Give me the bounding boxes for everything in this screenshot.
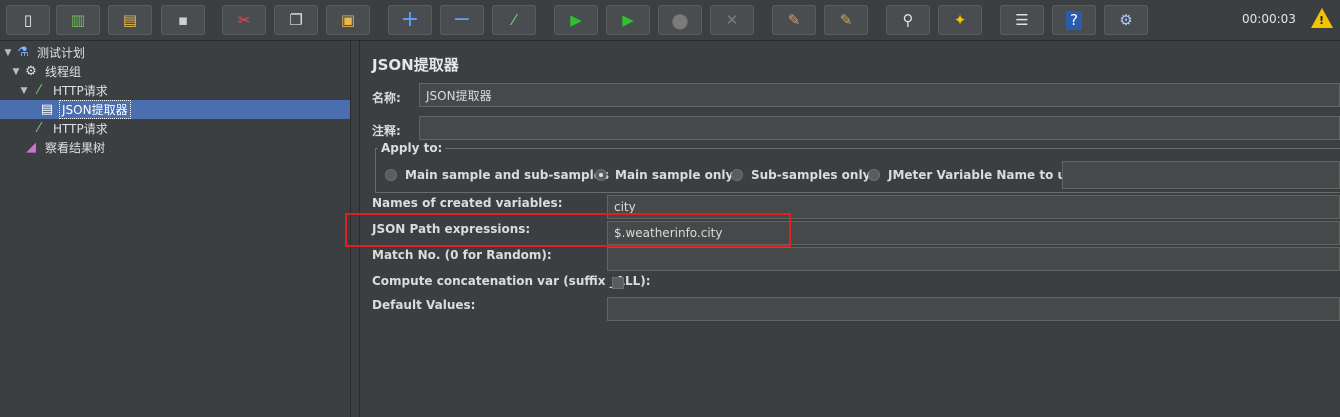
shutdown-button[interactable]: ✕ — [710, 5, 754, 35]
default-values-label: Default Values: — [372, 298, 476, 312]
names-field[interactable]: city — [607, 195, 1340, 219]
open-icon: ▤ — [122, 10, 138, 29]
panel-title: JSON提取器 — [372, 56, 459, 74]
tree-item-thread-group[interactable]: ▼ ⚙ 线程组 — [10, 62, 83, 81]
copy-button[interactable]: ❐ — [274, 5, 318, 35]
copy-icon: ❐ — [289, 10, 303, 29]
comment-label: 注释: — [372, 124, 401, 138]
search-icon: ⚲ — [902, 10, 914, 29]
tree-item-http-request[interactable]: ▼ ⁄ HTTP请求 — [18, 81, 110, 100]
tree-item-label: 察看结果树 — [45, 141, 106, 155]
concat-label: Compute concatenation var (suffix _ALL): — [372, 274, 651, 288]
cut-icon: ✂ — [237, 10, 251, 29]
apply-to-legend: Apply to: — [378, 141, 446, 155]
comment-field[interactable] — [419, 116, 1340, 140]
tree-item-label: HTTP请求 — [53, 84, 108, 98]
toolbar: ▯ ▥ ▤ ▪ ✂ ❐ ▣ + − ⁄ ▶ ▶ ● ✕ ✎ ✎ ⚲ ✦ ☰ ? … — [0, 0, 1340, 41]
start-button[interactable]: ▶ — [554, 5, 598, 35]
document-icon: ▤ — [40, 102, 54, 117]
elapsed-timer: 00:00:03 — [1242, 12, 1296, 26]
flask-icon: ⚗ — [17, 45, 29, 60]
help-button[interactable]: ? — [1052, 5, 1096, 35]
help-icon: ? — [1066, 10, 1082, 30]
search-button[interactable]: ⚲ — [886, 5, 930, 35]
warning-mark: ! — [1319, 14, 1325, 27]
remote-icon: ⚙ — [1119, 10, 1133, 29]
save-icon: ▪ — [177, 10, 189, 29]
tree-item-test-plan[interactable]: ▼ ⚗ 测试计划 — [2, 43, 87, 62]
start-no-pause-icon: ▶ — [622, 10, 634, 29]
radio-sub-only[interactable] — [731, 169, 743, 181]
radio-main-and-sub[interactable] — [385, 169, 397, 181]
default-values-field[interactable] — [607, 297, 1340, 321]
tree-item-label: 线程组 — [45, 65, 82, 79]
json-path-field[interactable]: $.weatherinfo.city — [607, 221, 1340, 245]
tree-item-http-request-2[interactable]: ⁄ HTTP请求 — [18, 119, 110, 138]
expand-button[interactable]: + — [388, 5, 432, 35]
toggle-button[interactable]: ⁄ — [492, 5, 536, 35]
split-pane-divider[interactable] — [350, 41, 360, 417]
shutdown-icon: ✕ — [725, 10, 739, 29]
gear-icon: ⚙ — [25, 64, 37, 79]
start-icon: ▶ — [570, 10, 582, 29]
radio-sub-only-label[interactable]: Sub-samples only — [751, 168, 870, 182]
clear-button[interactable]: ✎ — [772, 5, 816, 35]
remote-button[interactable]: ⚙ — [1104, 5, 1148, 35]
collapse-button[interactable]: − — [440, 5, 484, 35]
expand-icon: + — [400, 7, 420, 32]
cut-button[interactable]: ✂ — [222, 5, 266, 35]
match-no-field[interactable] — [607, 247, 1340, 271]
collapse-icon: − — [452, 7, 472, 32]
concat-checkbox[interactable] — [612, 277, 624, 289]
reset-search-icon: ✦ — [953, 10, 967, 29]
tree-item-label: JSON提取器 — [59, 100, 131, 119]
tree-item-view-results-tree[interactable]: ◢ 察看结果树 — [10, 138, 107, 157]
clear-all-icon: ✎ — [839, 10, 853, 29]
name-field[interactable]: JSON提取器 — [419, 83, 1340, 107]
radio-variable-name-label[interactable]: JMeter Variable Name to use — [888, 168, 1081, 182]
templates-icon: ▥ — [70, 10, 86, 29]
save-button[interactable]: ▪ — [161, 5, 205, 35]
radio-main-only-label[interactable]: Main sample only — [615, 168, 733, 182]
radio-variable-name[interactable] — [868, 169, 880, 181]
expand-triangle-icon[interactable]: ▼ — [10, 67, 22, 77]
match-no-label: Match No. (0 for Random): — [372, 248, 552, 262]
open-button[interactable]: ▤ — [108, 5, 152, 35]
new-icon: ▯ — [23, 10, 33, 29]
tree-item-json-extractor[interactable]: ▤ JSON提取器 — [0, 100, 350, 119]
chart-icon: ◢ — [26, 140, 36, 155]
variable-name-field[interactable] — [1062, 161, 1340, 189]
stop-button[interactable]: ● — [658, 5, 702, 35]
radio-main-and-sub-label[interactable]: Main sample and sub-samples — [405, 168, 609, 182]
test-plan-tree: ▼ ⚗ 测试计划 ▼ ⚙ 线程组 ▼ ⁄ HTTP请求 ▤ JSON提取器 ⁄ … — [0, 41, 350, 417]
json-path-label: JSON Path expressions: — [372, 222, 531, 236]
expand-triangle-icon[interactable]: ▼ — [18, 86, 30, 96]
paste-icon: ▣ — [340, 10, 356, 29]
templates-button[interactable]: ▥ — [56, 5, 100, 35]
new-button[interactable]: ▯ — [6, 5, 50, 35]
function-helper-button[interactable]: ☰ — [1000, 5, 1044, 35]
paste-button[interactable]: ▣ — [326, 5, 370, 35]
clear-icon: ✎ — [787, 10, 801, 29]
clear-all-button[interactable]: ✎ — [824, 5, 868, 35]
tree-item-label: HTTP请求 — [53, 122, 108, 136]
function-helper-icon: ☰ — [1015, 10, 1029, 29]
names-label: Names of created variables: — [372, 196, 563, 210]
toggle-icon: ⁄ — [512, 10, 516, 29]
tree-item-label: 测试计划 — [37, 46, 86, 60]
radio-main-only[interactable] — [595, 169, 607, 181]
stop-icon: ● — [671, 8, 689, 32]
pipette-icon: ⁄ — [37, 83, 41, 98]
pipette-icon: ⁄ — [37, 121, 41, 136]
expand-triangle-icon[interactable]: ▼ — [2, 48, 14, 58]
start-no-pause-button[interactable]: ▶ — [606, 5, 650, 35]
name-label: 名称: — [372, 91, 401, 105]
reset-search-button[interactable]: ✦ — [938, 5, 982, 35]
